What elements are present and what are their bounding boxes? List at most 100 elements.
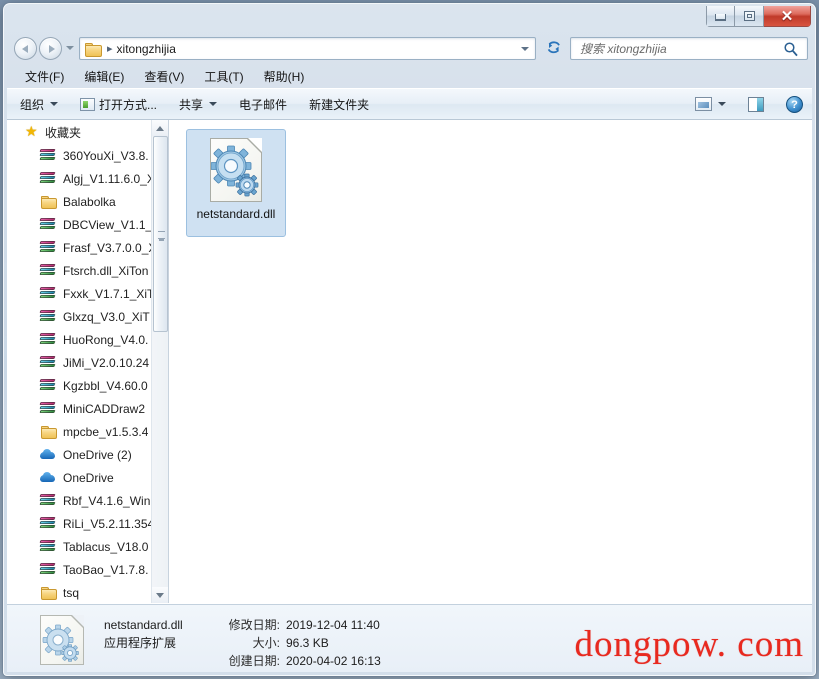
menu-item-help[interactable]: 帮助(H)	[255, 66, 314, 87]
breadcrumb-path[interactable]: xitongzhijia	[117, 42, 176, 56]
sidebar-item-label: tsq	[63, 585, 80, 600]
sidebar-scrollbar[interactable]	[151, 120, 168, 603]
close-icon: ✕	[780, 7, 794, 25]
recent-pages-chevron-down-icon[interactable]	[66, 46, 74, 50]
sidebar-item-label: Balabolka	[63, 194, 116, 209]
sidebar-item[interactable]: DBCView_V1.1_	[7, 213, 151, 236]
books-stack-icon	[39, 378, 56, 393]
search-input[interactable]	[578, 40, 773, 57]
sidebar-item[interactable]: Fxxk_V1.7.1_XiT	[7, 282, 151, 305]
back-button[interactable]	[14, 37, 37, 60]
sidebar-item[interactable]: TaoBao_V1.7.8.	[7, 558, 151, 581]
window-controls: ✕	[706, 6, 811, 27]
sidebar-item[interactable]: OneDrive (2)	[7, 443, 151, 466]
content-area: ★ 收藏夹 360YouXi_V3.8. Algj_V1.11.6.0_X Bala…	[7, 120, 812, 603]
books-stack-icon	[39, 309, 56, 324]
preview-pane-button[interactable]	[739, 92, 773, 116]
details-spacer	[104, 652, 208, 670]
open-with-button[interactable]: 打开方式...	[71, 92, 166, 116]
breadcrumb-separator-icon: ▸	[107, 43, 113, 55]
address-chevron-down-icon[interactable]	[521, 47, 529, 51]
details-row-size: 应用程序扩展 大小: 96.3 KB	[104, 634, 381, 652]
navigation-bar: ▸ xitongzhijia	[4, 32, 815, 65]
books-stack-icon	[39, 401, 56, 416]
sidebar-item[interactable]: 360YouXi_V3.8.	[7, 144, 151, 167]
new-folder-label: 新建文件夹	[309, 97, 370, 112]
forward-button[interactable]	[39, 37, 62, 60]
details-created-value: 2020-04-02 16:13	[286, 654, 381, 668]
navigation-pane: ★ 收藏夹 360YouXi_V3.8. Algj_V1.11.6.0_X Bala…	[7, 120, 169, 603]
books-stack-icon	[39, 217, 56, 232]
file-list-pane[interactable]: netstandard.dll	[169, 120, 812, 603]
sidebar-item-label: Kgzbbl_V4.60.0	[63, 378, 148, 393]
search-box[interactable]	[570, 37, 808, 60]
sidebar-item[interactable]: RiLi_V5.2.11.354	[7, 512, 151, 535]
organize-button[interactable]: 组织	[11, 92, 67, 116]
sidebar-item[interactable]: MiniCADDraw2	[7, 397, 151, 420]
sidebar-item[interactable]: Rbf_V4.1.6_Win	[7, 489, 151, 512]
books-stack-icon	[39, 493, 56, 508]
address-bar[interactable]: ▸ xitongzhijia	[79, 37, 536, 60]
sidebar-item[interactable]: tsq	[7, 581, 151, 603]
details-file-name: netstandard.dll	[104, 618, 183, 632]
sidebar-item[interactable]: Balabolka	[7, 190, 151, 213]
sidebar-item[interactable]: OneDrive	[7, 466, 151, 489]
open-with-label: 打开方式...	[99, 97, 158, 112]
minimize-button[interactable]	[706, 6, 735, 27]
triangle-up-icon	[156, 125, 164, 131]
menu-item-view[interactable]: 查看(V)	[135, 66, 193, 87]
details-size-value: 96.3 KB	[286, 636, 329, 650]
email-button[interactable]: 电子邮件	[230, 92, 296, 116]
sidebar-item-label: Glxzq_V3.0_XiT	[63, 309, 150, 324]
chevron-down-icon	[50, 102, 59, 106]
sidebar-item[interactable]: HuoRong_V4.0.	[7, 328, 151, 351]
sidebar-item[interactable]: Kgzbbl_V4.60.0	[7, 374, 151, 397]
menu-item-file[interactable]: 文件(F)	[16, 66, 73, 87]
sidebar-item-label: Rbf_V4.1.6_Win	[63, 493, 151, 508]
dll-gear-document-icon	[210, 138, 262, 202]
sidebar-item-label: HuoRong_V4.0.	[63, 332, 149, 347]
sidebar-item[interactable]: Ftsrch.dll_XiTon	[7, 259, 151, 282]
details-created-label: 创建日期:	[228, 654, 280, 668]
open-with-icon	[80, 97, 96, 111]
sidebar-item-label: MiniCADDraw2	[63, 401, 146, 416]
details-file-type: 应用程序扩展	[104, 636, 177, 650]
books-stack-icon	[39, 240, 56, 255]
sidebar-item[interactable]: mpcbe_v1.5.3.4	[7, 420, 151, 443]
menu-item-tools[interactable]: 工具(T)	[195, 66, 252, 87]
scrollbar-thumb[interactable]	[153, 136, 168, 332]
sidebar-item[interactable]: Frasf_V3.7.0.0_X	[7, 236, 151, 259]
close-button[interactable]: ✕	[764, 6, 811, 27]
folder-icon	[40, 425, 57, 439]
favorites-header[interactable]: ★ 收藏夹	[7, 120, 151, 144]
refresh-button[interactable]	[544, 39, 564, 58]
command-toolbar: 组织 打开方式... 共享 电子邮件 新建文件夹 ?	[7, 88, 812, 120]
sidebar-item-label: 360YouXi_V3.8.	[63, 148, 149, 163]
maximize-button[interactable]	[735, 6, 764, 27]
favorites-list: 360YouXi_V3.8. Algj_V1.11.6.0_X Balabolka D…	[7, 144, 151, 603]
sidebar-item[interactable]: JiMi_V2.0.10.24	[7, 351, 151, 374]
share-label: 共享	[179, 97, 204, 112]
sidebar-item[interactable]: Glxzq_V3.0_XiT	[7, 305, 151, 328]
star-icon: ★	[25, 123, 38, 139]
scroll-up-button[interactable]	[152, 120, 168, 136]
title-bar: ✕	[4, 4, 815, 32]
help-button[interactable]: ?	[777, 92, 812, 116]
sidebar-item[interactable]: Tablacus_V18.0	[7, 535, 151, 558]
change-view-button[interactable]	[686, 92, 735, 116]
share-button[interactable]: 共享	[170, 92, 226, 116]
books-stack-icon	[39, 263, 56, 278]
refresh-icon	[547, 41, 560, 54]
menu-item-edit[interactable]: 编辑(E)	[75, 66, 133, 87]
books-stack-icon	[39, 539, 56, 554]
sidebar-item-label: DBCView_V1.1_	[63, 217, 151, 232]
preview-pane-icon	[748, 96, 764, 112]
search-icon[interactable]	[783, 41, 799, 57]
books-stack-icon	[39, 332, 56, 347]
sidebar-item-label: Fxxk_V1.7.1_XiT	[63, 286, 151, 301]
scroll-down-button[interactable]	[152, 587, 168, 603]
details-row-modified: netstandard.dll 修改日期: 2019-12-04 11:40	[104, 616, 381, 634]
file-item-netstandard-dll[interactable]: netstandard.dll	[186, 129, 286, 237]
sidebar-item[interactable]: Algj_V1.11.6.0_X	[7, 167, 151, 190]
new-folder-button[interactable]: 新建文件夹	[300, 92, 378, 116]
